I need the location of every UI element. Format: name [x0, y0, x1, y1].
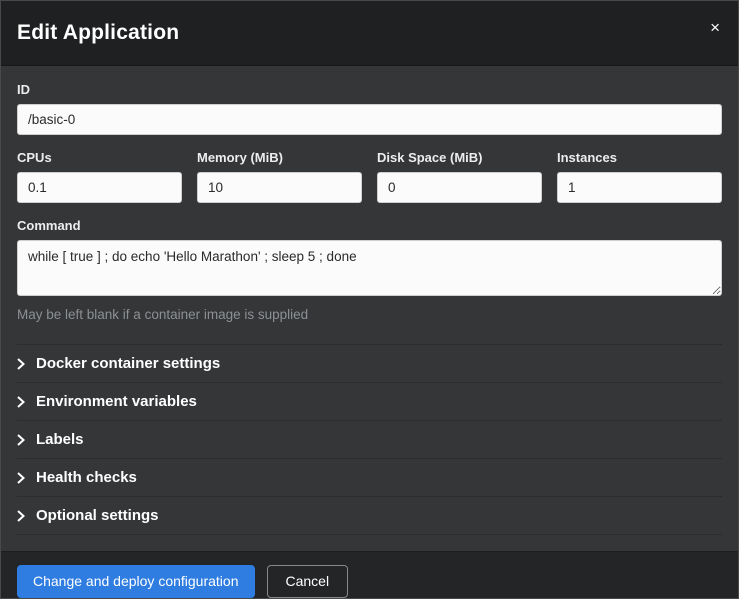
chevron-right-icon: [17, 358, 25, 370]
close-icon[interactable]: ×: [704, 15, 726, 40]
modal-title: Edit Application: [17, 21, 722, 45]
command-label: Command: [17, 218, 722, 233]
chevron-right-icon: [17, 396, 25, 408]
disk-label: Disk Space (MiB): [377, 150, 542, 165]
disk-field-group: Disk Space (MiB): [377, 150, 542, 203]
section-label: Health checks: [36, 469, 137, 486]
memory-label: Memory (MiB): [197, 150, 362, 165]
collapsible-sections: Docker container settings Environment va…: [17, 344, 722, 535]
instances-label: Instances: [557, 150, 722, 165]
command-field-group: Command while [ true ] ; do echo 'Hello …: [17, 218, 722, 322]
command-input[interactable]: while [ true ] ; do echo 'Hello Marathon…: [17, 240, 722, 296]
cancel-button[interactable]: Cancel: [267, 565, 349, 598]
id-input[interactable]: [17, 104, 722, 135]
memory-input[interactable]: [197, 172, 362, 203]
section-optional-settings[interactable]: Optional settings: [17, 497, 722, 535]
command-help-text: May be left blank if a container image i…: [17, 307, 722, 322]
modal-header: Edit Application ×: [1, 1, 738, 66]
section-docker-container-settings[interactable]: Docker container settings: [17, 345, 722, 383]
section-labels[interactable]: Labels: [17, 421, 722, 459]
modal-body: ID CPUs Memory (MiB) Disk Space (MiB) In…: [1, 66, 738, 551]
modal-footer: Change and deploy configuration Cancel: [1, 551, 738, 599]
section-environment-variables[interactable]: Environment variables: [17, 383, 722, 421]
section-label: Docker container settings: [36, 355, 220, 372]
disk-input[interactable]: [377, 172, 542, 203]
section-label: Optional settings: [36, 507, 159, 524]
chevron-right-icon: [17, 510, 25, 522]
id-label: ID: [17, 82, 722, 97]
chevron-right-icon: [17, 434, 25, 446]
section-label: Labels: [36, 431, 84, 448]
memory-field-group: Memory (MiB): [197, 150, 362, 203]
id-field-group: ID: [17, 82, 722, 135]
change-and-deploy-button[interactable]: Change and deploy configuration: [17, 565, 255, 598]
edit-application-modal: Edit Application × ID CPUs Memory (MiB) …: [0, 0, 739, 599]
chevron-right-icon: [17, 472, 25, 484]
cpus-label: CPUs: [17, 150, 182, 165]
section-health-checks[interactable]: Health checks: [17, 459, 722, 497]
instances-field-group: Instances: [557, 150, 722, 203]
cpus-input[interactable]: [17, 172, 182, 203]
section-label: Environment variables: [36, 393, 197, 410]
cpus-field-group: CPUs: [17, 150, 182, 203]
resources-row: CPUs Memory (MiB) Disk Space (MiB) Insta…: [17, 150, 722, 203]
instances-input[interactable]: [557, 172, 722, 203]
